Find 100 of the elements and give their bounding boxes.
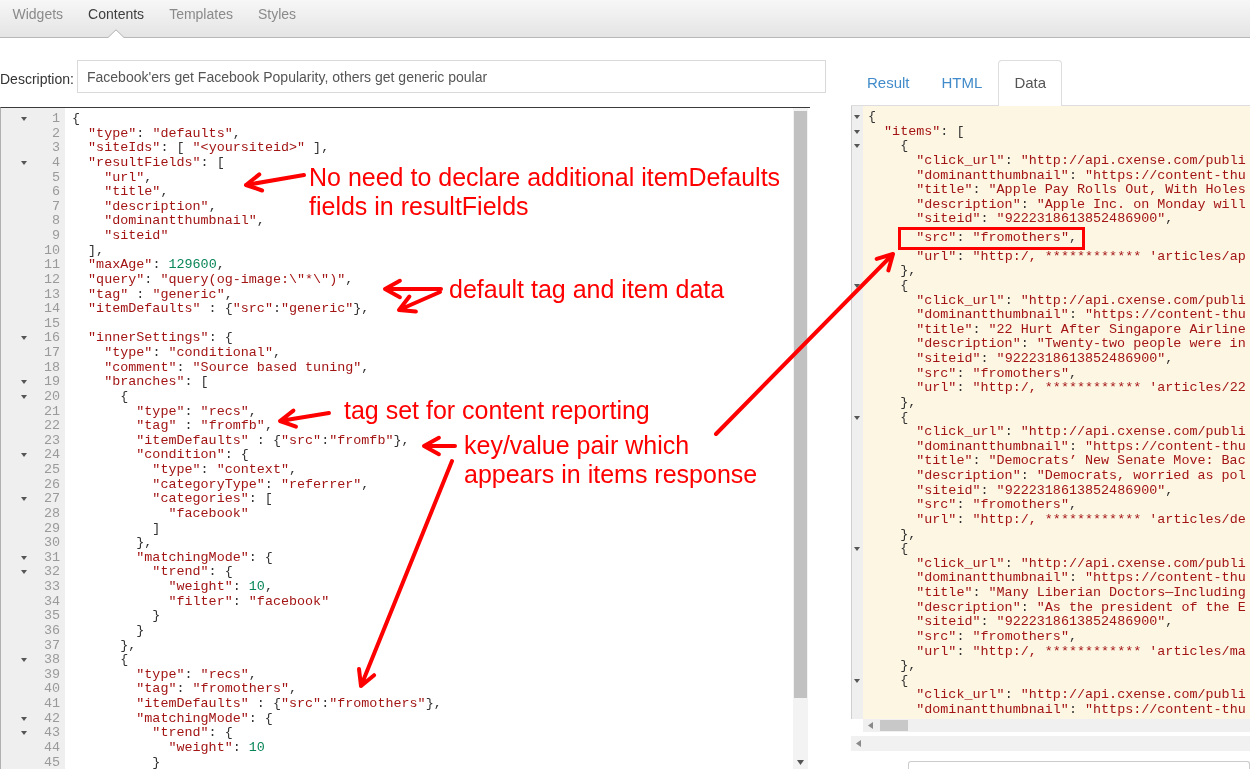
annotation-text: key/value pair which appears in items response (464, 431, 759, 489)
scrollbar-thumb[interactable] (794, 111, 807, 698)
line-number: 25 (43, 463, 60, 478)
code-line: "comment": "Source based tuning", (103, 360, 370, 376)
line-number: 6 (51, 185, 60, 200)
horizontal-scrollbar[interactable] (851, 736, 1250, 751)
annotation-arrow (383, 278, 443, 300)
line-number: 4 (51, 155, 60, 171)
caret-down-icon[interactable] (21, 731, 27, 736)
code-line: { (119, 653, 129, 668)
code-line: "trend": { (151, 565, 233, 580)
tab[interactable]: HTML (925, 60, 999, 106)
code-line: "itemDefaults" : {"src":"fromfb"}, (135, 433, 410, 449)
caret-down-icon[interactable] (21, 117, 27, 121)
caret-down-icon[interactable] (21, 394, 27, 399)
code-line: "type": "conditional", (103, 346, 281, 361)
code-line: "dominantthumbnail": "https://content-thu (915, 570, 1246, 586)
tab[interactable]: Templates (156, 0, 246, 38)
tab[interactable]: Result (851, 60, 926, 106)
line-number: 8 (51, 214, 60, 229)
line-number: 33 (43, 580, 60, 595)
line-number: 42 (43, 711, 60, 727)
caret-down-icon[interactable] (854, 115, 860, 119)
line-number: 13 (43, 287, 60, 303)
caret-down-icon[interactable] (21, 160, 27, 165)
tab[interactable]: Widgets (0, 0, 76, 38)
caret-down-icon[interactable] (21, 570, 27, 575)
caret-down-icon[interactable] (21, 453, 27, 458)
vertical-scrollbar[interactable] (793, 108, 808, 769)
caret-down-icon[interactable] (854, 144, 860, 149)
line-number: 41 (43, 697, 60, 712)
code-line: "title": "Democrats’ New Senate Move: Bac (915, 453, 1246, 469)
code-line: "type": "recs", (135, 404, 257, 420)
caret-down-icon[interactable] (21, 716, 27, 721)
line-number: 16 (43, 331, 60, 346)
caret-left-icon[interactable] (856, 740, 861, 747)
annotation-text: No need to declare additional itemDefaults fields in resultFields (309, 163, 782, 221)
code-line: "click_url": "http://api.cxense.com/publi (915, 152, 1246, 168)
caret-down-icon[interactable] (854, 678, 860, 683)
code-line: "description": "Democrats, worried as pol (915, 468, 1246, 483)
line-number: 15 (43, 316, 60, 332)
caret-down-icon[interactable] (797, 760, 804, 765)
code-line: { (899, 409, 909, 425)
input-field[interactable] (908, 761, 1250, 769)
tab[interactable]: Styles (245, 0, 309, 38)
code-line: "resultFields": [ (87, 155, 225, 171)
code-line: "url": "http:/, ************ 'articles/de (915, 511, 1246, 527)
line-number: 23 (43, 433, 60, 449)
code-line: "branches": [ (103, 375, 209, 390)
code-line: "siteid": "9222318613852486900", (915, 211, 1174, 227)
caret-down-icon[interactable] (21, 380, 27, 385)
caret-down-icon[interactable] (21, 555, 27, 560)
horizontal-scrollbar[interactable] (863, 719, 1250, 732)
caret-down-icon[interactable] (854, 129, 860, 134)
code-line: "categories": [ (151, 492, 273, 507)
code-line: "description": "Twenty-two people were in (915, 336, 1246, 352)
line-number: 12 (43, 272, 60, 288)
annotation-arrow (278, 408, 331, 429)
code-line: "maxAge": 129600, (87, 258, 225, 273)
code-line: "type": "recs", (135, 667, 257, 683)
code-line: { (868, 109, 877, 124)
caret-down-icon[interactable] (21, 336, 27, 341)
line-number: 17 (43, 346, 60, 361)
caret-down-icon[interactable] (854, 547, 860, 552)
line-number: 36 (43, 623, 60, 639)
code-line: "categoryType": "referrer", (151, 477, 370, 493)
code-line: "type": "context", (151, 463, 298, 478)
caret-down-icon[interactable] (21, 658, 27, 663)
code-line: "src": "fromothers", (915, 365, 1077, 381)
code-line: "innerSettings": { (87, 331, 233, 346)
code-line: "dominantthumbnail", (103, 214, 265, 229)
code-line: "click_url": "http://api.cxense.com/publi (915, 555, 1246, 571)
scrollbar-thumb[interactable] (880, 720, 908, 731)
annotation-arrow (397, 290, 442, 314)
code-line: } (135, 623, 145, 639)
line-number: 21 (43, 404, 60, 420)
code-line: } (151, 609, 161, 624)
caret-down-icon[interactable] (21, 497, 27, 502)
code-line: "facebook" (167, 506, 249, 522)
description-field[interactable]: Facebook'ers get Facebook Popularity, others get generic poular (77, 60, 826, 93)
code-line: "trend": { (151, 726, 233, 741)
line-number: 1 (51, 112, 60, 127)
code-line: }, (899, 526, 917, 542)
tab[interactable]: Data (998, 60, 1063, 106)
code-line: { (899, 672, 909, 688)
code-line: } (151, 755, 161, 769)
line-number: 18 (43, 360, 60, 376)
code-line: "dominantthumbnail": "https://content-thu (915, 702, 1246, 717)
tab[interactable]: Contents (75, 0, 157, 38)
code-line: "siteIds": [ "<yoursiteid>" ], (87, 141, 330, 156)
line-number: 14 (43, 302, 60, 317)
code-line: "weight": 10, (167, 580, 273, 595)
code-line: "condition": { (135, 448, 249, 463)
code-line: "items": [ (883, 123, 965, 139)
caret-down-icon[interactable] (854, 415, 860, 420)
line-number: 7 (51, 199, 60, 215)
line-number: 29 (43, 521, 60, 537)
annotation-text: tag set for content reporting (344, 396, 650, 425)
caret-left-icon[interactable] (868, 722, 873, 729)
caret-down-icon[interactable] (854, 283, 860, 288)
